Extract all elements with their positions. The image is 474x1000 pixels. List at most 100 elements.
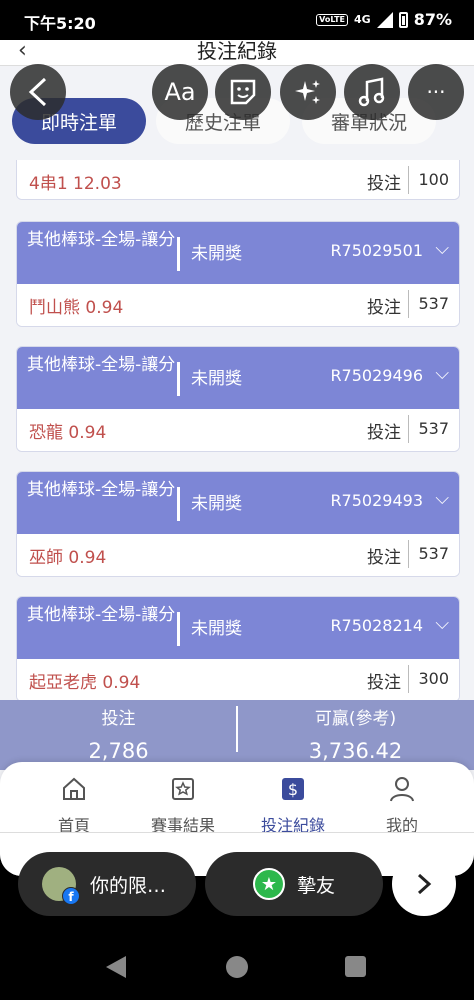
- bet-label: 投注: [367, 548, 401, 568]
- overlay-back-button[interactable]: [10, 64, 66, 120]
- bet-card-header[interactable]: 其他棒球-全場-讓分 未開獎 R75029501 ⌵: [17, 222, 459, 284]
- sticker-button[interactable]: [215, 64, 271, 120]
- page-title: 投注紀錄: [197, 40, 277, 63]
- network-label: 4G: [354, 13, 371, 26]
- home-icon: [63, 777, 85, 800]
- bet-label: 投注: [367, 423, 401, 443]
- status-bar: 下午5:20 VoLTE 4G 87%: [0, 0, 474, 40]
- bet-status: 未開獎: [191, 494, 242, 514]
- bet-label: 投注: [367, 174, 401, 194]
- share-close-friends-button[interactable]: ★ 摯友: [205, 852, 383, 916]
- share-your-story-label: 你的限…: [90, 874, 167, 897]
- bet-pick: 4串1 12.03: [29, 174, 122, 194]
- divider: [408, 166, 409, 194]
- bet-order-id: R75029496: [330, 366, 423, 385]
- bet-pick: 恐龍 0.94: [29, 423, 107, 443]
- profile-icon: [390, 777, 414, 802]
- summary-bet-value: 2,786: [88, 739, 149, 763]
- bet-card-header[interactable]: 其他棒球-全場-讓分 未開獎 R75028214 ⌵: [17, 597, 459, 659]
- bet-status: 未開獎: [191, 619, 242, 639]
- bet-label: 投注: [367, 673, 401, 693]
- summary-bet-label: 投注: [101, 709, 136, 729]
- sticker-icon: [230, 79, 256, 105]
- bet-order-id: R75029493: [330, 491, 423, 510]
- bet-status: 未開獎: [191, 244, 242, 264]
- bet-market: 其他棒球-全場-讓分: [27, 480, 176, 500]
- bet-card[interactable]: 其他棒球-全場-讓分 未開獎 R75029493 ⌵ 巫師 0.94 投注 53…: [16, 471, 460, 577]
- volte-icon: VoLTE: [316, 13, 349, 26]
- nav-bet-record[interactable]: $ 投注紀錄: [243, 776, 343, 836]
- nav-results[interactable]: 賽事結果: [133, 776, 233, 836]
- divider: [177, 362, 180, 396]
- bet-amount: 537: [418, 419, 449, 438]
- bet-order-id: R75028214: [330, 616, 423, 635]
- divider: [177, 487, 180, 521]
- chevron-right-icon: [417, 873, 432, 895]
- bet-market: 其他棒球-全場-讓分: [27, 355, 176, 375]
- divider: [408, 415, 409, 443]
- bet-market: 其他棒球-全場-讓分: [27, 230, 176, 250]
- bet-amount: 537: [418, 294, 449, 313]
- status-icons: VoLTE 4G 87%: [316, 10, 452, 29]
- chevron-left-icon: [28, 77, 47, 107]
- system-back-icon[interactable]: [106, 956, 126, 978]
- nav-home[interactable]: 首頁: [24, 776, 124, 836]
- divider: [0, 832, 474, 833]
- bet-list[interactable]: 4串1 12.03 投注 100 其他棒球-全場-讓分 未開獎 R7502950…: [0, 160, 474, 702]
- bet-card-header[interactable]: 其他棒球-全場-讓分 未開獎 R75029493 ⌵: [17, 472, 459, 534]
- share-your-story-button[interactable]: f 你的限…: [18, 852, 196, 916]
- signal-icon: [376, 11, 393, 28]
- battery-percent: 87%: [413, 10, 452, 29]
- bet-amount: 537: [418, 544, 449, 563]
- summary-bet: 投注 2,786: [0, 700, 237, 763]
- bet-card-header[interactable]: 其他棒球-全場-讓分 未開獎 R75029496 ⌵: [17, 347, 459, 409]
- music-button[interactable]: [344, 64, 400, 120]
- bet-market: 其他棒球-全場-讓分: [27, 605, 176, 625]
- sparkles-icon: [295, 80, 320, 104]
- bet-card[interactable]: 其他棒球-全場-讓分 未開獎 R75029501 ⌵ 鬥山熊 0.94 投注 5…: [16, 221, 460, 327]
- system-home-icon[interactable]: [226, 956, 248, 978]
- svg-text:$: $: [288, 780, 298, 799]
- divider: [408, 540, 409, 568]
- music-note-icon: [358, 77, 385, 107]
- system-recents-icon[interactable]: [345, 956, 366, 977]
- chevron-down-icon[interactable]: ⌵: [435, 488, 449, 509]
- summary-win: 可贏(參考) 3,736.42: [237, 700, 474, 763]
- divider: [177, 237, 180, 271]
- bet-pick: 起亞老虎 0.94: [29, 673, 141, 693]
- top-bar: ‹ 投注紀錄: [0, 40, 474, 66]
- bet-amount: 100: [418, 170, 449, 189]
- summary-win-label: 可贏(參考): [314, 709, 397, 729]
- summary-win-value: 3,736.42: [308, 739, 403, 763]
- next-button[interactable]: [392, 852, 456, 916]
- divider: [408, 665, 409, 693]
- close-friends-star-icon: ★: [252, 868, 285, 900]
- system-nav-bar: [0, 940, 474, 1000]
- bet-card[interactable]: 其他棒球-全場-讓分 未開獎 R75028214 ⌵ 起亞老虎 0.94 投注 …: [16, 596, 460, 702]
- battery-icon: [398, 11, 408, 28]
- status-time: 下午5:20: [24, 14, 96, 33]
- bet-order-id: R75029501: [330, 241, 423, 260]
- more-options-button[interactable]: ···: [408, 64, 464, 120]
- bet-label: 投注: [367, 298, 401, 318]
- results-icon: [172, 778, 194, 800]
- chevron-down-icon[interactable]: ⌵: [435, 238, 449, 259]
- bet-amount: 300: [418, 669, 449, 688]
- divider: [408, 290, 409, 318]
- bet-record-icon: $: [282, 778, 304, 800]
- app-screen: ‹ 投注紀錄 即時注單 歷史注單 審單狀況 4串1 12.03 投注 100 其…: [0, 40, 474, 876]
- chevron-down-icon[interactable]: ⌵: [435, 363, 449, 384]
- avatar: f: [42, 867, 80, 905]
- share-close-friends-label: 摯友: [296, 874, 335, 897]
- bet-card-partial[interactable]: 4串1 12.03 投注 100: [16, 160, 460, 200]
- bet-card[interactable]: 其他棒球-全場-讓分 未開獎 R75029496 ⌵ 恐龍 0.94 投注 53…: [16, 346, 460, 452]
- bet-pick: 鬥山熊 0.94: [29, 298, 124, 318]
- bet-pick: 巫師 0.94: [29, 548, 107, 568]
- effects-button[interactable]: [280, 64, 336, 120]
- facebook-icon: f: [62, 887, 80, 905]
- bet-status: 未開獎: [191, 369, 242, 389]
- bet-summary: 投注 2,786 可贏(參考) 3,736.42: [0, 700, 474, 770]
- nav-profile[interactable]: 我的: [352, 776, 452, 836]
- text-tool-button[interactable]: Aa: [152, 64, 208, 120]
- chevron-down-icon[interactable]: ⌵: [435, 613, 449, 634]
